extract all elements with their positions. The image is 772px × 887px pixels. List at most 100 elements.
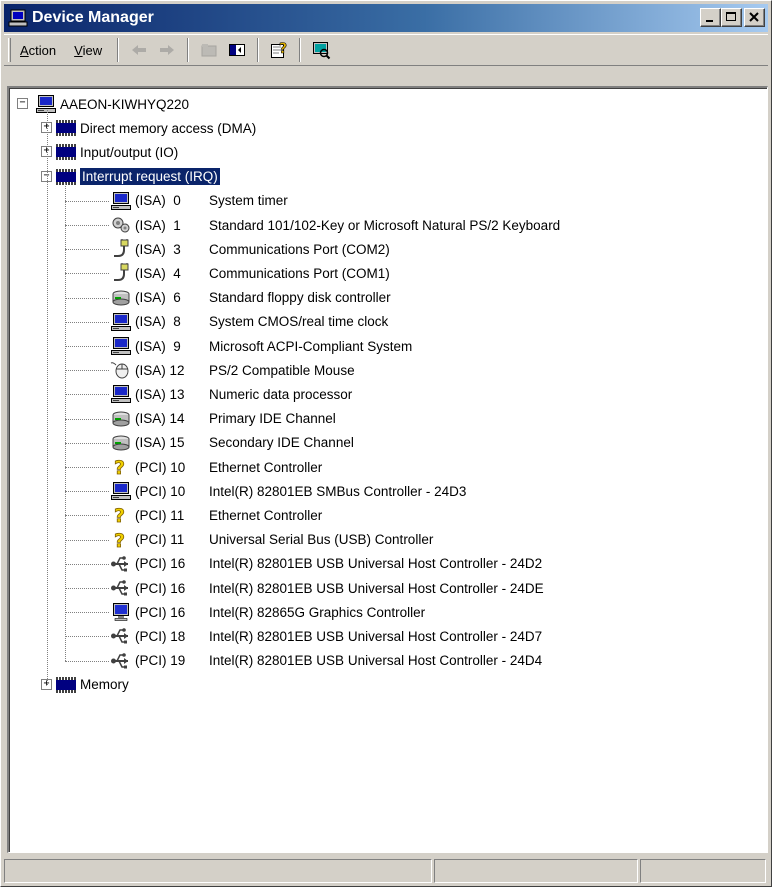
irq-number: (ISA) 8 bbox=[135, 314, 181, 330]
irq-entry[interactable]: ? (PCI) 11 Universal Serial Bus (USB) Cont… bbox=[110, 528, 434, 552]
irq-device-name: Ethernet Controller bbox=[209, 459, 323, 475]
show-hide-tree-button[interactable] bbox=[225, 38, 249, 62]
usb-icon bbox=[110, 626, 132, 646]
tree-connector bbox=[65, 612, 109, 614]
tree-category[interactable]: Input/output (IO) bbox=[55, 140, 178, 164]
tree-root[interactable]: AAEON-KIWHYQ220 bbox=[35, 92, 189, 116]
irq-number: (ISA) 15 bbox=[135, 435, 185, 451]
disk-controller-icon bbox=[110, 433, 132, 453]
resource-chip-icon bbox=[55, 142, 77, 162]
collapse-button[interactable]: − bbox=[17, 98, 28, 109]
menu-action[interactable]: Action bbox=[11, 43, 65, 58]
irq-entry[interactable]: (ISA) 6 Standard floppy disk controller bbox=[110, 286, 391, 310]
menu-view-rest: iew bbox=[82, 42, 103, 58]
irq-entry[interactable]: (ISA) 1 Standard 101/102-Key or Microsoft… bbox=[110, 213, 560, 237]
resource-chip-icon bbox=[55, 118, 77, 138]
tree-connector bbox=[65, 636, 109, 638]
toolbar-separator bbox=[299, 38, 302, 62]
disk-controller-icon bbox=[110, 409, 132, 429]
properties-help-button[interactable]: ? bbox=[267, 38, 291, 62]
scan-hardware-button[interactable] bbox=[309, 38, 333, 62]
minimize-icon bbox=[706, 20, 713, 22]
irq-number: (PCI) 16 bbox=[135, 580, 186, 596]
status-bar bbox=[4, 859, 768, 885]
toolbar: Action View ? bbox=[4, 34, 768, 66]
tree-connector bbox=[65, 418, 109, 420]
irq-number: (ISA) 6 bbox=[135, 290, 181, 306]
forward-button[interactable] bbox=[155, 38, 179, 62]
irq-entry[interactable]: (PCI) 16 Intel(R) 82865G Graphics Control… bbox=[110, 600, 425, 624]
tree-connector bbox=[65, 588, 109, 589]
irq-entry[interactable]: (ISA) 13 Numeric data processor bbox=[110, 382, 352, 406]
back-button[interactable] bbox=[127, 38, 151, 62]
unknown-device-icon: ? bbox=[110, 457, 132, 480]
irq-entry[interactable]: (ISA) 9 Microsoft ACPI-Compliant System bbox=[110, 334, 412, 358]
tree-category[interactable]: Interrupt request (IRQ) bbox=[55, 165, 220, 189]
maximize-button[interactable] bbox=[721, 8, 742, 27]
window-title: Device Manager bbox=[32, 9, 154, 26]
resource-chip-icon bbox=[55, 675, 77, 695]
irq-entry[interactable]: (ISA) 3 Communications Port (COM2) bbox=[110, 237, 390, 261]
irq-entry[interactable]: (ISA) 4 Communications Port (COM1) bbox=[110, 261, 390, 285]
irq-entry[interactable]: (ISA) 15 Secondary IDE Channel bbox=[110, 431, 354, 455]
keyboard-icon bbox=[110, 215, 132, 235]
irq-device-name: Secondary IDE Channel bbox=[209, 435, 354, 451]
irq-entry[interactable]: (ISA) 0 System timer bbox=[110, 189, 288, 213]
status-pane-middle bbox=[434, 859, 638, 883]
menu-action-rest: ction bbox=[28, 42, 57, 58]
irq-entry[interactable]: ? (PCI) 10 Ethernet Controller bbox=[110, 455, 323, 480]
device-manager-icon bbox=[8, 9, 28, 27]
tree-category[interactable]: Memory bbox=[55, 673, 129, 697]
title-bar[interactable]: Device Manager bbox=[4, 4, 768, 32]
irq-number: (PCI) 10 bbox=[135, 483, 186, 499]
irq-entry[interactable]: (PCI) 10 Intel(R) 82801EB SMBus Controlle… bbox=[110, 479, 466, 503]
irq-number: (ISA) 4 bbox=[135, 265, 181, 281]
tree-connector bbox=[65, 346, 109, 347]
irq-entry[interactable]: (ISA) 12 PS/2 Compatible Mouse bbox=[110, 358, 355, 382]
menu-view[interactable]: View bbox=[65, 43, 111, 58]
status-pane-right bbox=[640, 859, 766, 883]
irq-number: (PCI) 16 bbox=[135, 556, 186, 572]
tree-connector bbox=[65, 200, 109, 202]
irq-entry[interactable]: (PCI) 16 Intel(R) 82801EB USB Universal H… bbox=[110, 576, 544, 600]
tree-root-label: AAEON-KIWHYQ220 bbox=[60, 96, 190, 112]
irq-device-name: Standard floppy disk controller bbox=[209, 290, 391, 306]
device-manager-window: Device Manager Action View ? AAEON-KIWHY… bbox=[0, 0, 772, 887]
tree-category-label: Memory bbox=[80, 677, 129, 693]
irq-entry[interactable]: (PCI) 18 Intel(R) 82801EB USB Universal H… bbox=[110, 624, 542, 648]
irq-number: (PCI) 18 bbox=[135, 628, 186, 644]
display-adapter-icon bbox=[110, 602, 132, 622]
scan-hardware-icon bbox=[313, 42, 331, 60]
irq-entry[interactable]: (ISA) 8 System CMOS/real time clock bbox=[110, 310, 388, 334]
tree-connector bbox=[65, 321, 109, 323]
tree-connector bbox=[65, 563, 109, 565]
computer-icon bbox=[110, 191, 132, 211]
up-button[interactable] bbox=[197, 38, 221, 62]
disk-controller-icon bbox=[110, 288, 132, 308]
irq-device-name: Intel(R) 82801EB USB Universal Host Cont… bbox=[209, 653, 543, 669]
irq-entry[interactable]: ? (PCI) 11 Ethernet Controller bbox=[110, 503, 323, 528]
irq-entry[interactable]: (ISA) 14 Primary IDE Channel bbox=[110, 407, 336, 431]
tree-category[interactable]: Direct memory access (DMA) bbox=[55, 116, 256, 140]
irq-number: (ISA) 9 bbox=[135, 338, 181, 354]
computer-icon bbox=[35, 94, 57, 114]
toolbar-separator bbox=[117, 38, 120, 62]
svg-text:?: ? bbox=[114, 457, 125, 477]
irq-device-name: System timer bbox=[209, 193, 288, 209]
tree-connector bbox=[65, 539, 109, 541]
minimize-button[interactable] bbox=[700, 8, 721, 27]
irq-device-name: Ethernet Controller bbox=[209, 507, 323, 523]
show-hide-tree-icon bbox=[229, 44, 246, 56]
irq-device-name: PS/2 Compatible Mouse bbox=[209, 362, 355, 378]
close-button[interactable] bbox=[744, 8, 765, 27]
irq-device-name: Primary IDE Channel bbox=[209, 411, 336, 427]
computer-icon bbox=[110, 481, 132, 501]
irq-device-name: Universal Serial Bus (USB) Controller bbox=[209, 532, 434, 548]
tree-connector bbox=[65, 442, 109, 444]
irq-entry[interactable]: (PCI) 19 Intel(R) 82801EB USB Universal H… bbox=[110, 649, 542, 673]
unknown-device-icon: ? bbox=[110, 505, 132, 528]
irq-entry[interactable]: (PCI) 16 Intel(R) 82801EB USB Universal H… bbox=[110, 552, 542, 576]
unknown-device-icon: ? bbox=[110, 529, 132, 552]
device-tree-panel[interactable]: AAEON-KIWHYQ220 − Direct memory access (DM… bbox=[7, 86, 768, 853]
tree-connector bbox=[47, 110, 48, 685]
